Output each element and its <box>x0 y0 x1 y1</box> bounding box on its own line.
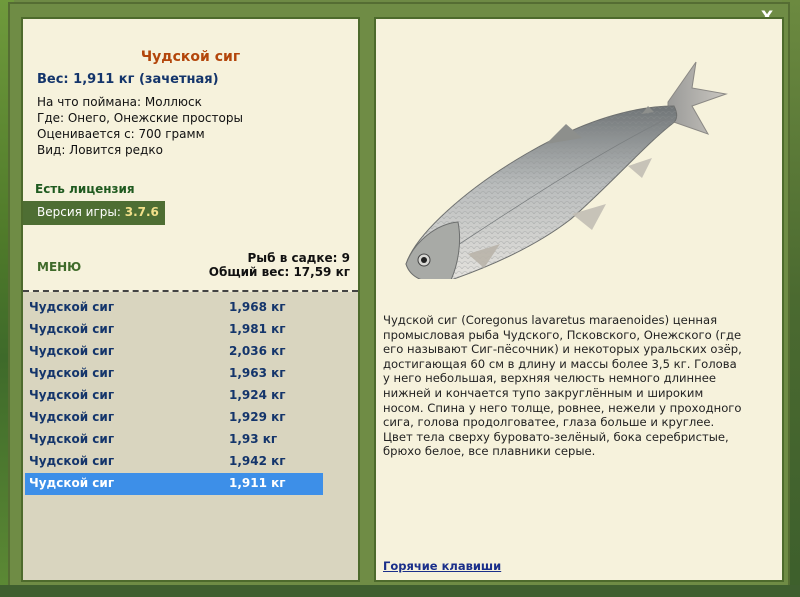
fish-title: Чудской сиг <box>140 49 241 65</box>
list-item-name: Чудской сиг <box>29 410 115 424</box>
version-number: 3.7.6 <box>124 205 159 219</box>
list-item-name: Чудской сиг <box>29 476 115 490</box>
info-min-weight: Оценивается с: 700 грамм <box>37 127 205 141</box>
list-item-weight: 1,981 кг <box>229 322 286 336</box>
info-location: Где: Онего, Онежские просторы <box>37 111 243 125</box>
list-item[interactable]: Чудской сиг 2,036 кг <box>25 341 323 363</box>
version-label: Версия игры: <box>37 205 121 219</box>
list-item-selected[interactable]: Чудской сиг 1,911 кг <box>25 473 323 495</box>
list-item-weight: 1,929 кг <box>229 410 286 424</box>
list-item[interactable]: Чудской сиг 1,93 кг <box>25 429 323 451</box>
list-item-name: Чудской сиг <box>29 300 115 314</box>
list-item[interactable]: Чудской сиг 1,942 кг <box>25 451 323 473</box>
menu-button[interactable]: МЕНЮ <box>37 260 81 274</box>
catch-list: Чудской сиг 1,968 кг Чудской сиг 1,981 к… <box>23 292 358 580</box>
game-version: Версия игры: 3.7.6 <box>23 201 165 225</box>
list-item-name: Чудской сиг <box>29 454 115 468</box>
list-item-weight: 1,963 кг <box>229 366 286 380</box>
list-item[interactable]: Чудской сиг 1,929 кг <box>25 407 323 429</box>
list-item-name: Чудской сиг <box>29 388 115 402</box>
fish-info-panel: Чудской сиг Вес: 1,911 кг (зачетная) На … <box>21 17 360 582</box>
list-item-weight: 1,942 кг <box>229 454 286 468</box>
list-item[interactable]: Чудской сиг 1,963 кг <box>25 363 323 385</box>
list-item-name: Чудской сиг <box>29 432 115 446</box>
list-item[interactable]: Чудской сиг 1,924 кг <box>25 385 323 407</box>
list-item-weight: 1,93 кг <box>229 432 278 446</box>
background-scenery-bottom <box>0 585 800 597</box>
info-bait: На что поймана: Моллюск <box>37 95 202 109</box>
list-item-weight: 1,924 кг <box>229 388 286 402</box>
license-status: Есть лицензия <box>35 182 135 196</box>
fish-details: Чудской сиг Вес: 1,911 кг (зачетная) На … <box>23 19 358 291</box>
list-item-weight: 1,968 кг <box>229 300 286 314</box>
cage-total-weight: Общий вес: 17,59 кг <box>208 265 350 279</box>
list-item[interactable]: Чудской сиг 1,968 кг <box>25 297 323 319</box>
fish-description: Чудской сиг (Coregonus lavaretus maraeno… <box>383 313 742 459</box>
list-item-name: Чудской сиг <box>29 366 115 380</box>
fish-description-panel: Чудской сиг (Coregonus lavaretus maraeno… <box>374 17 784 582</box>
fish-weight: Вес: 1,911 кг (зачетная) <box>37 72 219 87</box>
list-item-name: Чудской сиг <box>29 344 115 358</box>
fish-image <box>405 61 728 279</box>
list-item-weight: 2,036 кг <box>229 344 286 358</box>
cage-count: Рыб в садке: 9 <box>247 251 351 265</box>
info-rarity: Вид: Ловится редко <box>37 143 163 157</box>
list-item[interactable]: Чудской сиг 1,981 кг <box>25 319 323 341</box>
hotkeys-link[interactable]: Горячие клавиши <box>383 559 501 573</box>
list-item-name: Чудской сиг <box>29 322 115 336</box>
list-item-weight: 1,911 кг <box>229 476 286 490</box>
